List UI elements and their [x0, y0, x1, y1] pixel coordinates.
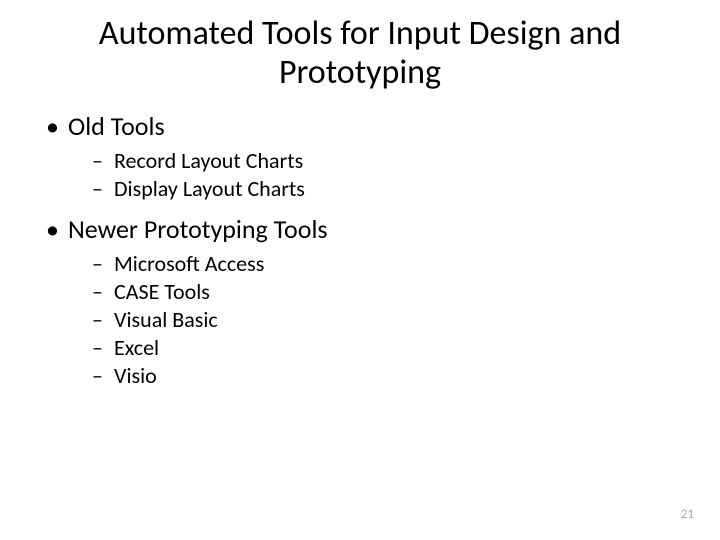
sub-bullet-label: Microsoft Access — [114, 250, 264, 277]
list-item: Record Layout Charts — [68, 147, 680, 175]
list-item: Microsoft Access — [68, 250, 680, 278]
slide: Automated Tools for Input Design and Pro… — [0, 0, 720, 540]
sub-bullet-label: Visual Basic — [114, 306, 218, 333]
slide-content: Old Tools Record Layout Charts Display L… — [40, 110, 680, 390]
sub-bullet-label: CASE Tools — [114, 278, 210, 305]
list-item: Display Layout Charts — [68, 175, 680, 203]
list-item: Old Tools Record Layout Charts Display L… — [40, 110, 680, 203]
bullet-list: Old Tools Record Layout Charts Display L… — [40, 110, 680, 390]
list-item: Visio — [68, 362, 680, 390]
page-number: 21 — [681, 507, 694, 522]
sub-bullet-list: Microsoft Access CASE Tools Visual Basic… — [68, 250, 680, 391]
bullet-label: Old Tools — [68, 110, 165, 142]
sub-bullet-label: Display Layout Charts — [114, 175, 305, 202]
list-item: Visual Basic — [68, 306, 680, 334]
bullet-label: Newer Prototyping Tools — [68, 213, 328, 245]
sub-bullet-label: Record Layout Charts — [114, 147, 303, 174]
sub-bullet-label: Visio — [114, 362, 157, 389]
list-item: Newer Prototyping Tools Microsoft Access… — [40, 213, 680, 390]
slide-title: Automated Tools for Input Design and Pro… — [40, 14, 680, 92]
list-item: Excel — [68, 334, 680, 362]
sub-bullet-list: Record Layout Charts Display Layout Char… — [68, 147, 680, 203]
sub-bullet-label: Excel — [114, 334, 159, 361]
list-item: CASE Tools — [68, 278, 680, 306]
